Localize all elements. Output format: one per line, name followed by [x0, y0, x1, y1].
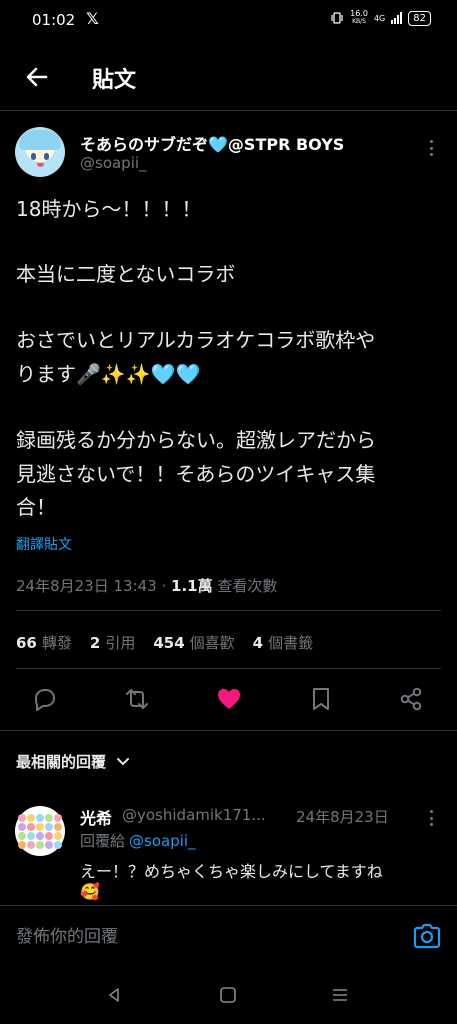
reply-to-mention[interactable]: @soapii_ [129, 832, 196, 850]
signal-icon [391, 12, 403, 24]
bookmark-icon[interactable] [306, 684, 336, 714]
system-nav-bar [0, 965, 457, 1024]
retweets-stat[interactable]: 66 轉發 [16, 632, 72, 653]
page-title: 貼文 [92, 68, 137, 93]
views-label: 查看次數 [217, 577, 278, 595]
reply-icon[interactable] [30, 684, 60, 714]
reply-text: えー！？めちゃくちゃ楽しみにしてますね [80, 862, 383, 881]
reply-emoji: 🥰 [80, 882, 100, 901]
reply-author-name[interactable]: 光希 [80, 805, 112, 829]
battery-icon: 82 [408, 10, 431, 26]
tweet-text-line: 見逃さないで！！そあらのツイキャス集 [16, 462, 376, 486]
tweet-text-line: おさでいとリアルカラオケコラボ歌枠や [16, 328, 376, 352]
author-avatar[interactable] [15, 127, 65, 177]
tweet-text-line: 本当に二度とないコラボ [16, 262, 236, 286]
tweet-meta: 24年8月23日 13:43 · 1.1萬 查看次數 [16, 577, 278, 595]
likes-stat[interactable]: 454 個喜歡 [153, 632, 234, 653]
x-notification-icon: 𝕏 [86, 9, 99, 28]
tweet-text-line: 合！ [16, 495, 56, 519]
author-handle[interactable]: @soapii_ [80, 154, 147, 172]
nav-home-icon[interactable] [218, 985, 238, 1005]
network-type: 4G [373, 13, 386, 23]
tweet-text-line: 録画残るか分からない。超激レアだから [16, 428, 376, 452]
tweet-text-line: ります🎤✨✨🩵🩵 [16, 362, 201, 386]
nav-recents-icon[interactable] [330, 985, 350, 1005]
share-icon[interactable] [396, 684, 426, 714]
more-options-icon[interactable] [424, 136, 438, 160]
translate-post-link[interactable]: 翻譯貼文 [16, 534, 72, 554]
vibrate-icon [331, 12, 343, 24]
status-bar: 01:02 𝕏 16.0 KB/S 4G 82 [0, 0, 457, 40]
net-speed: 16.0 KB/S [350, 9, 368, 26]
reply-composer [0, 905, 457, 965]
reply-author-handle[interactable]: @yoshidamik171... [122, 806, 266, 824]
tweet-stats: 66 轉發 2 引用 454 個喜歡 4 個書籤 [16, 632, 313, 653]
quotes-stat[interactable]: 2 引用 [90, 632, 135, 653]
retweet-icon[interactable] [122, 684, 152, 714]
reply-more-options-icon[interactable] [424, 806, 438, 830]
author-name[interactable]: そあらのサブだぞ🩵@STPR BOYS [80, 131, 344, 155]
reply-sort-dropdown[interactable]: 最相關的回覆 [16, 751, 130, 772]
reply-avatar[interactable] [15, 806, 65, 856]
camera-icon[interactable] [412, 922, 442, 950]
reply-date[interactable]: 24年8月23日 [296, 806, 389, 827]
tweet-text-line: 18時から〜！！！！ [16, 197, 202, 221]
app-header: 貼文 [0, 50, 457, 108]
reply-to-label: 回覆給 [80, 832, 126, 850]
stats-divider [16, 668, 441, 669]
actions-divider [0, 730, 457, 731]
back-arrow-icon[interactable] [22, 62, 52, 92]
like-heart-icon[interactable] [214, 684, 244, 714]
reply-input[interactable] [16, 924, 396, 950]
bookmarks-stat[interactable]: 4 個書籤 [253, 632, 313, 653]
reply-sort-label: 最相關的回覆 [16, 753, 107, 771]
status-time: 01:02 [32, 11, 76, 29]
tweet-timestamp[interactable]: 24年8月23日 13:43 [16, 577, 157, 595]
chevron-down-icon [117, 757, 130, 765]
nav-back-icon[interactable] [104, 985, 124, 1005]
header-divider [0, 110, 457, 111]
views-count: 1.1萬 [171, 577, 213, 595]
reply-to-line: 回覆給 @soapii_ [80, 830, 196, 851]
meta-divider [16, 610, 441, 611]
status-indicators: 16.0 KB/S 4G 82 [330, 10, 431, 26]
